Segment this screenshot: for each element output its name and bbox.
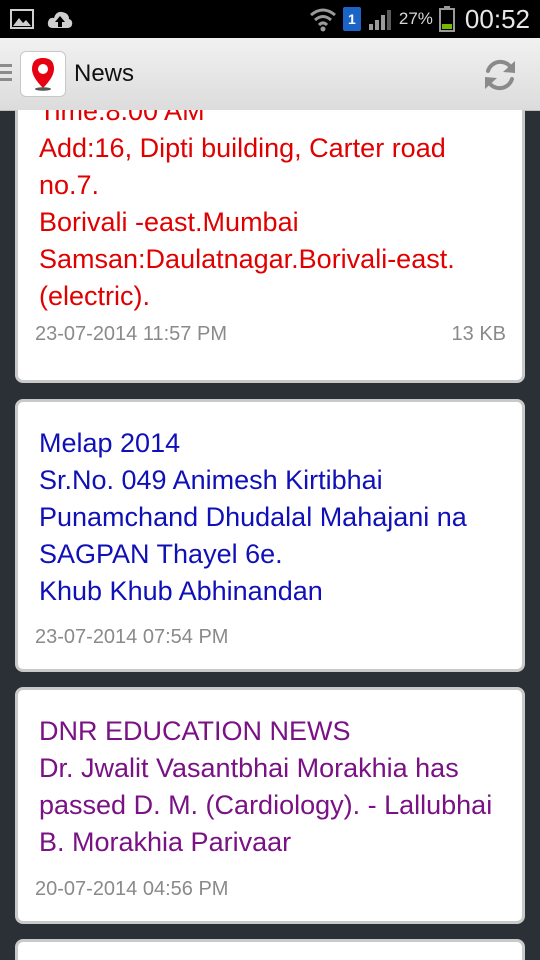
news-card[interactable] bbox=[15, 939, 525, 960]
news-text: DNR EDUCATION NEWS Dr. Jwalit Vasantbhai… bbox=[39, 716, 493, 857]
battery-icon bbox=[438, 6, 455, 32]
news-date: 20-07-2014 04:56 PM bbox=[35, 878, 229, 900]
sim-badge: 1 bbox=[342, 7, 361, 31]
cloud-upload-icon bbox=[47, 11, 73, 28]
notification-icons bbox=[10, 8, 74, 30]
news-text: Melap 2014 Sr.No. 049 Animesh Kirtibhai … bbox=[39, 428, 467, 606]
news-card[interactable]: Melap 2014 Sr.No. 049 Animesh Kirtibhai … bbox=[15, 399, 525, 672]
refresh-icon[interactable] bbox=[480, 55, 520, 95]
news-date: 23-07-2014 07:54 PM bbox=[35, 626, 229, 648]
map-pin-icon bbox=[32, 58, 54, 91]
status-bar: 1 27% 00:52 bbox=[0, 0, 540, 38]
news-meta: 20-07-2014 04:56 PM bbox=[35, 878, 506, 901]
action-bar: News bbox=[0, 38, 540, 111]
news-meta: 23-07-2014 11:57 PM 13 KB bbox=[35, 323, 506, 346]
news-card[interactable]: DNR EDUCATION NEWS Dr. Jwalit Vasantbhai… bbox=[15, 687, 525, 924]
news-text: Time:8.00 AM Add:16, Dipti building, Car… bbox=[39, 110, 455, 311]
news-meta: 23-07-2014 07:54 PM bbox=[35, 626, 506, 649]
app-logo[interactable] bbox=[20, 51, 66, 97]
menu-icon[interactable] bbox=[0, 64, 12, 85]
news-size: 13 KB bbox=[451, 323, 506, 345]
wifi-icon bbox=[309, 8, 336, 32]
news-date: 23-07-2014 11:57 PM bbox=[35, 323, 227, 345]
news-list[interactable]: Time:8.00 AM Add:16, Dipti building, Car… bbox=[0, 110, 540, 960]
image-icon bbox=[10, 9, 34, 29]
battery-percent: 27% bbox=[398, 9, 433, 28]
signal-icon bbox=[368, 10, 391, 30]
clock: 00:52 bbox=[464, 3, 530, 34]
news-card[interactable]: Time:8.00 AM Add:16, Dipti building, Car… bbox=[15, 110, 525, 383]
page-title: News bbox=[74, 60, 135, 87]
